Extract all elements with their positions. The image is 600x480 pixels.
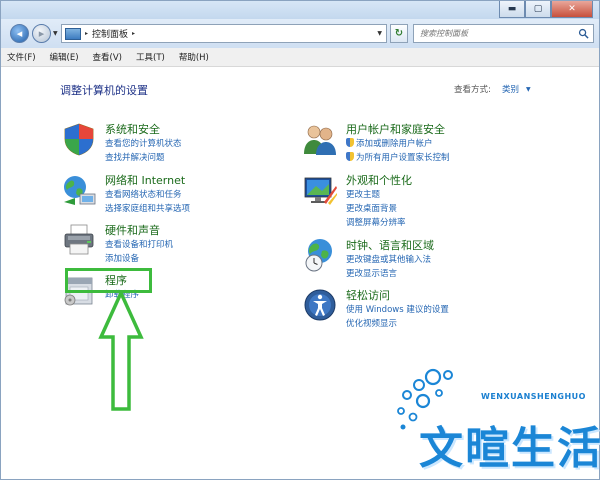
watermark-english: WENXUANSHENGHUO [481, 392, 586, 401]
back-button[interactable]: ◂ [10, 24, 29, 43]
link-recommended-settings[interactable]: 使用 Windows 建议的设置 [346, 303, 449, 315]
link-find-fix-problems[interactable]: 查找并解决问题 [105, 151, 165, 163]
link-homegroup-sharing[interactable]: 选择家庭组和共享选项 [105, 202, 190, 214]
category-title[interactable]: 硬件和声音 [105, 222, 160, 238]
breadcrumb-separator[interactable]: ▸ [85, 30, 88, 37]
link-network-status[interactable]: 查看网络状态和任务 [105, 188, 182, 200]
refresh-icon: ↻ [394, 28, 404, 39]
address-dropdown[interactable]: ▼ [377, 30, 382, 37]
search-input[interactable] [420, 29, 570, 38]
category-title[interactable]: 外观和个性化 [346, 172, 412, 188]
accessibility-icon[interactable] [302, 287, 338, 323]
shield-icon[interactable] [61, 121, 97, 157]
link-desktop-background[interactable]: 更改桌面背景 [346, 202, 397, 214]
annotation-highlight-box [65, 268, 152, 293]
link-change-input-method[interactable]: 更改键盘或其他输入法 [346, 253, 431, 265]
minimize-button[interactable]: ▬ [499, 1, 525, 18]
view-by-label: 查看方式: [454, 85, 491, 95]
watermark-logo: WENXUANSHENGHUO 文暄生活 [389, 365, 600, 475]
category-title[interactable]: 用户帐户和家庭安全 [346, 121, 445, 137]
category-title[interactable]: 网络和 Internet [105, 172, 185, 188]
chevron-down-icon[interactable]: ▼ [526, 86, 531, 93]
annotation-arrow-up-icon [98, 291, 144, 411]
category-title[interactable]: 系统和安全 [105, 121, 160, 137]
menu-bar: 文件(F) 编辑(E) 查看(V) 工具(T) 帮助(H) [1, 48, 599, 67]
category-title[interactable]: 时钟、语言和区域 [346, 237, 434, 253]
menu-file[interactable]: 文件(F) [7, 51, 36, 63]
link-optimize-visual-display[interactable]: 优化视频显示 [346, 317, 397, 329]
breadcrumb-control-panel[interactable]: 控制面板 [92, 27, 128, 40]
arrow-left-icon: ◂ [16, 27, 23, 40]
page-title: 调整计算机的设置 [60, 84, 148, 97]
menu-tools[interactable]: 工具(T) [136, 51, 165, 63]
breadcrumb-separator[interactable]: ▸ [132, 30, 135, 37]
link-view-computer-status[interactable]: 查看您的计算机状态 [105, 137, 182, 149]
link-text[interactable]: 添加或删除用户帐户 [356, 139, 433, 149]
menu-view[interactable]: 查看(V) [93, 51, 122, 63]
arrow-right-icon: ▸ [38, 27, 45, 40]
link-change-theme[interactable]: 更改主题 [346, 188, 380, 200]
forward-button[interactable]: ▸ [32, 24, 51, 43]
category-title[interactable]: 轻松访问 [346, 287, 390, 303]
control-panel-icon [65, 27, 81, 40]
link-parental-controls[interactable]: 为所有用户设置家长控制 [346, 151, 450, 163]
network-globe-icon[interactable] [61, 172, 97, 208]
link-add-remove-accounts[interactable]: 添加或删除用户帐户 [346, 137, 433, 149]
printer-icon[interactable] [61, 222, 97, 258]
link-change-display-language[interactable]: 更改显示语言 [346, 267, 397, 279]
caption-buttons: ▬ ▢ ✕ [499, 1, 593, 18]
link-add-device[interactable]: 添加设备 [105, 252, 139, 264]
recent-pages-dropdown[interactable]: ▼ [53, 30, 58, 37]
menu-help[interactable]: 帮助(H) [179, 51, 209, 63]
link-devices-printers[interactable]: 查看设备和打印机 [105, 238, 173, 250]
shield-icon [346, 152, 354, 161]
link-text[interactable]: 为所有用户设置家长控制 [356, 153, 450, 163]
appearance-monitor-icon[interactable] [302, 172, 338, 208]
globe-clock-icon[interactable] [302, 237, 338, 273]
watermark-chinese: 文暄生活 [419, 423, 600, 474]
title-bar: ▬ ▢ ✕ [1, 1, 599, 19]
address-bar-area: ◂ ▸ ▼ ▸ 控制面板 ▸ ▼ ↻ [1, 19, 599, 48]
control-panel-window: ▬ ▢ ✕ ◂ ▸ ▼ ▸ 控制面板 ▸ ▼ ↻ 搜索控制面板 文件(F) 编辑… [0, 0, 600, 480]
link-screen-resolution[interactable]: 调整屏幕分辨率 [346, 216, 406, 228]
refresh-button[interactable]: ↻ [390, 24, 408, 43]
shield-icon [346, 138, 354, 147]
address-box[interactable]: ▸ 控制面板 ▸ ▼ [61, 24, 387, 43]
close-button[interactable]: ✕ [551, 1, 593, 18]
search-box[interactable] [413, 24, 594, 43]
view-by-dropdown[interactable]: 类别 [502, 83, 519, 95]
users-icon[interactable] [302, 121, 338, 157]
search-icon[interactable] [578, 28, 589, 39]
menu-edit[interactable]: 编辑(E) [50, 51, 79, 63]
maximize-button[interactable]: ▢ [525, 1, 551, 18]
